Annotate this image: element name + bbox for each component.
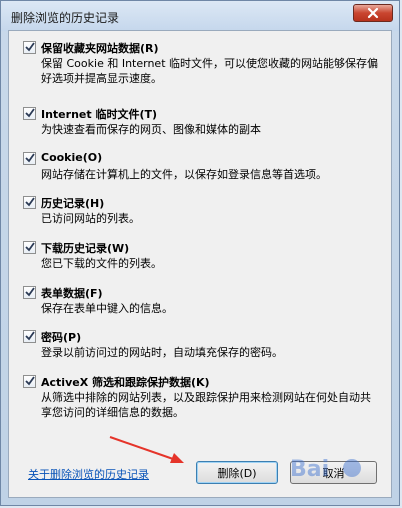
option-title: Internet 临时文件(T)	[41, 108, 158, 121]
checkmark-icon	[25, 242, 35, 252]
option-title: Cookie(O)	[41, 151, 103, 164]
checkbox[interactable]	[23, 196, 36, 209]
close-button[interactable]	[353, 4, 393, 22]
option-description: 网站存储在计算机上的文件，以保存如登录信息等首选项。	[41, 168, 327, 181]
checkmark-icon	[25, 287, 35, 297]
checkmark-icon	[25, 42, 35, 52]
baidu-watermark: Bai	[290, 457, 361, 482]
option-title: 密码(P)	[41, 331, 82, 344]
window-title: 删除浏览的历史记录	[11, 11, 120, 25]
option-title: 历史记录(H)	[41, 197, 105, 210]
option-title: 保留收藏夹网站数据(R)	[41, 42, 159, 55]
about-delete-history-link[interactable]: 关于删除浏览的历史记录	[28, 466, 149, 482]
option-description: 保留 Cookie 和 Internet 临时文件，可以使您收藏的网站能够保存偏…	[41, 57, 378, 85]
svg-text:Bai: Bai	[290, 457, 329, 482]
option-description: 登录以前访问过的网站时，自动填充保存的密码。	[41, 346, 283, 359]
checkbox[interactable]	[23, 152, 36, 165]
checkbox[interactable]	[23, 330, 36, 343]
close-icon	[367, 7, 379, 19]
option-title: 下载历史记录(W)	[41, 242, 130, 255]
checkbox[interactable]	[23, 286, 36, 299]
checkbox[interactable]	[23, 241, 36, 254]
checkbox[interactable]	[23, 107, 36, 120]
option-title: ActiveX 筛选和跟踪保护数据(K)	[41, 376, 210, 389]
delete-button[interactable]: 删除(D)	[196, 461, 278, 484]
title-bar[interactable]: 删除浏览的历史记录	[1, 1, 399, 31]
options-panel: 保留收藏夹网站数据(R) 保留 Cookie 和 Internet 临时文件，可…	[8, 30, 392, 498]
checkbox[interactable]	[23, 41, 36, 54]
option-description: 您已下载的文件的列表。	[41, 257, 162, 270]
option-title: 表单数据(F)	[41, 287, 103, 300]
option-description: 保存在表单中键入的信息。	[41, 302, 173, 315]
checkmark-icon	[25, 376, 35, 386]
checkmark-icon	[25, 197, 35, 207]
option-description: 已访问网站的列表。	[41, 212, 140, 225]
checkmark-icon	[25, 153, 35, 163]
checkmark-icon	[25, 108, 35, 118]
option-description: 从筛选中排除的网站列表，以及跟踪保护用来检测网站在何处自动共享您访问的详细信息的…	[41, 391, 371, 419]
checkmark-icon	[25, 331, 35, 341]
checkbox[interactable]	[23, 375, 36, 388]
option-description: 为快速查看而保存的网页、图像和媒体的副本	[41, 123, 261, 136]
